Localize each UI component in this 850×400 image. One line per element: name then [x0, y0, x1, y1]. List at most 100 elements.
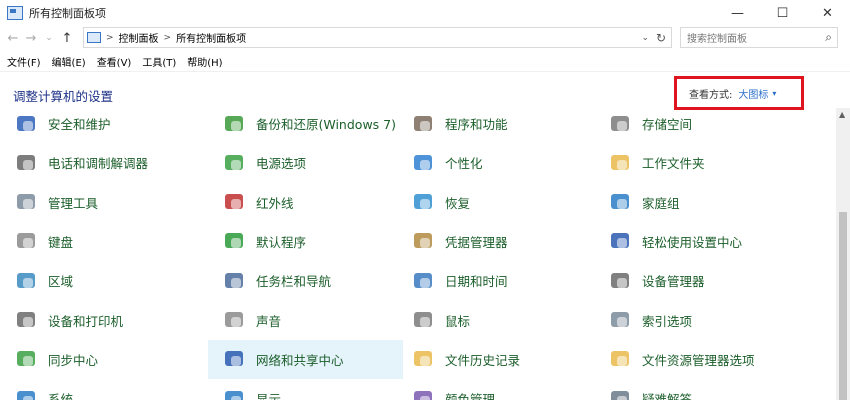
- system-icon: [14, 387, 38, 400]
- scroll-up-icon[interactable]: ▲: [839, 110, 845, 119]
- control-panel-icon: [7, 6, 23, 20]
- ease-of-access-icon: [608, 229, 632, 253]
- control-panel-item[interactable]: 个性化: [397, 143, 592, 182]
- display-icon: [222, 387, 246, 400]
- item-label: 区域: [48, 274, 74, 290]
- back-button[interactable]: ←: [4, 31, 22, 46]
- printer-icon: [14, 308, 38, 332]
- control-panel-item[interactable]: 系统: [0, 379, 195, 400]
- control-panel-item[interactable]: 家庭组: [594, 183, 789, 222]
- control-panel-item[interactable]: 疑难解答: [594, 379, 789, 400]
- sound-icon: [222, 308, 246, 332]
- control-panel-item[interactable]: 设备和打印机: [0, 301, 195, 340]
- control-panel-item[interactable]: 管理工具: [0, 183, 195, 222]
- item-label: 同步中心: [48, 352, 99, 368]
- vertical-scrollbar[interactable]: ▲: [836, 108, 850, 400]
- menu-tools[interactable]: 工具(T): [142, 54, 176, 69]
- control-panel-item[interactable]: 鼠标: [397, 301, 592, 340]
- menu-divider: [0, 71, 850, 72]
- refresh-icon[interactable]: ↻: [656, 31, 666, 45]
- control-panel-items: 安全和维护 备份和还原(Windows 7) 程序和功能 存储空间电话和调制解调器 电源…: [0, 108, 836, 400]
- menu-edit[interactable]: 编辑(E): [52, 54, 86, 69]
- item-label: 安全和维护: [48, 117, 111, 132]
- maximize-button[interactable]: ☐: [760, 0, 805, 26]
- personalize-icon: [411, 151, 435, 175]
- control-panel-item[interactable]: 声音: [208, 301, 403, 340]
- item-label: 声音: [256, 313, 282, 329]
- power-icon: [222, 151, 246, 175]
- item-label: 网络和共享中心: [256, 352, 344, 368]
- item-label: 备份和还原(Windows 7): [256, 117, 396, 132]
- item-label: 轻松使用设置中心: [642, 234, 743, 250]
- scrollbar-thumb[interactable]: [839, 212, 847, 400]
- window-title: 所有控制面板项: [29, 7, 106, 20]
- recent-locations-button[interactable]: ⌄: [40, 33, 58, 43]
- item-label: 索引选项: [642, 313, 693, 329]
- control-panel-item[interactable]: 工作文件夹: [594, 143, 789, 182]
- troubleshoot-icon: [608, 387, 632, 400]
- control-panel-item[interactable]: 存储空间: [594, 108, 789, 143]
- breadcrumb-all-items[interactable]: 所有控制面板项: [176, 30, 246, 45]
- item-label: 凭据管理器: [445, 234, 508, 250]
- view-by-dropdown[interactable]: 大图标: [738, 86, 768, 101]
- phone-icon: [14, 151, 38, 175]
- recovery-icon: [411, 190, 435, 214]
- item-label: 文件资源管理器选项: [642, 352, 755, 368]
- item-label: 电源选项: [256, 156, 307, 172]
- control-panel-item[interactable]: 安全和维护: [0, 108, 195, 143]
- item-label: 系统: [48, 392, 74, 400]
- control-panel-item[interactable]: 任务栏和导航: [208, 261, 403, 300]
- control-panel-item[interactable]: 电源选项: [208, 143, 403, 182]
- datetime-icon: [411, 269, 435, 293]
- address-bar[interactable]: > 控制面板 > 所有控制面板项 ⌄ ↻: [83, 27, 672, 48]
- breadcrumb-separator: >: [163, 32, 172, 43]
- item-label: 家庭组: [642, 195, 680, 211]
- control-panel-item[interactable]: 颜色管理: [397, 379, 592, 400]
- address-dropdown-icon[interactable]: ⌄: [641, 33, 649, 43]
- menu-file[interactable]: 文件(F): [7, 54, 41, 69]
- minimize-button[interactable]: —: [715, 0, 760, 26]
- menu-view[interactable]: 查看(V): [97, 54, 132, 69]
- control-panel-item[interactable]: 同步中心: [0, 340, 195, 379]
- control-panel-item[interactable]: 红外线: [208, 183, 403, 222]
- breadcrumb-control-panel[interactable]: 控制面板: [119, 30, 159, 45]
- control-panel-item[interactable]: 显示: [208, 379, 403, 400]
- control-panel-item[interactable]: 凭据管理器: [397, 222, 592, 261]
- control-panel-item[interactable]: 索引选项: [594, 301, 789, 340]
- programs-icon: [411, 112, 435, 136]
- view-by-label: 查看方式:: [689, 89, 733, 101]
- forward-button[interactable]: →: [22, 31, 40, 46]
- control-panel-item[interactable]: 区域: [0, 261, 195, 300]
- control-panel-item[interactable]: 设备管理器: [594, 261, 789, 300]
- control-panel-item[interactable]: 备份和还原(Windows 7): [208, 108, 403, 143]
- control-panel-item[interactable]: 程序和功能: [397, 108, 592, 143]
- control-panel-item[interactable]: 默认程序: [208, 222, 403, 261]
- menu-help[interactable]: 帮助(H): [187, 54, 222, 69]
- control-panel-item[interactable]: 键盘: [0, 222, 195, 261]
- close-button[interactable]: ✕: [805, 0, 850, 26]
- search-input[interactable]: 搜索控制面板 ⌕: [680, 27, 838, 48]
- control-panel-item[interactable]: 恢复: [397, 183, 592, 222]
- credential-icon: [411, 229, 435, 253]
- search-icon[interactable]: ⌕: [825, 30, 832, 45]
- control-panel-item[interactable]: 电话和调制解调器: [0, 143, 195, 182]
- control-panel-icon: [87, 32, 101, 43]
- control-panel-item[interactable]: 文件资源管理器选项: [594, 340, 789, 379]
- breadcrumb-separator: >: [106, 32, 114, 43]
- caret-down-icon[interactable]: ▾: [772, 89, 776, 98]
- up-button[interactable]: ↑: [58, 31, 76, 46]
- control-panel-item[interactable]: 文件历史记录: [397, 340, 592, 379]
- control-panel-item[interactable]: 轻松使用设置中心: [594, 222, 789, 261]
- control-panel-item[interactable]: 日期和时间: [397, 261, 592, 300]
- backup-icon: [222, 112, 246, 136]
- file-history-icon: [411, 347, 435, 371]
- infrared-icon: [222, 190, 246, 214]
- device-manager-icon: [608, 269, 632, 293]
- homegroup-icon: [608, 190, 632, 214]
- control-panel-item[interactable]: 网络和共享中心: [208, 339, 403, 379]
- item-label: 日期和时间: [445, 274, 508, 290]
- window-controls: — ☐ ✕: [715, 0, 850, 26]
- mouse-icon: [411, 308, 435, 332]
- item-label: 任务栏和导航: [256, 274, 332, 290]
- sync-icon: [14, 347, 38, 371]
